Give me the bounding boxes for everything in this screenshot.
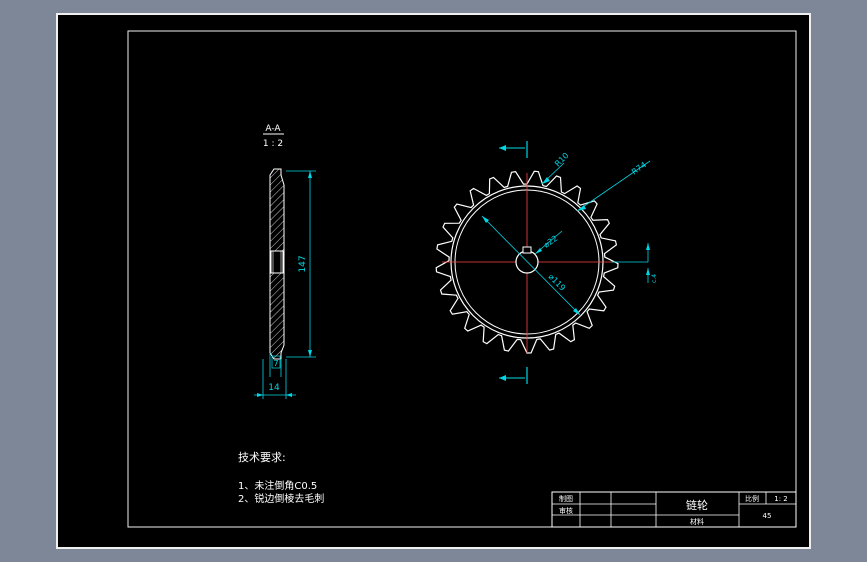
tb-scale-value: 1: 2 (774, 495, 788, 503)
tb-part-name: 链轮 (686, 498, 708, 512)
cad-viewport[interactable]: A-A 1 : 2 147 7 14 R10 R74 ⌀119 ⌀22 c.4 … (0, 0, 867, 562)
tb-scale-label: 比例 (745, 494, 759, 503)
dim-14: 14 (268, 383, 280, 393)
technical-notes: 技术要求: 1、未注倒角C0.5 2、锐边倒棱去毛刺 (238, 451, 324, 505)
tb-checked-label: 审核 (559, 506, 573, 515)
tb-material-label: 材料 (690, 517, 704, 526)
dim-d119: ⌀119 (547, 272, 568, 293)
title-block: 制图 审核 链轮 材料 比例 1: 2 45 (551, 491, 797, 528)
section-view: A-A 1 : 2 147 7 14 (254, 124, 316, 399)
keyway (522, 246, 532, 254)
tb-material-value: 45 (763, 512, 772, 520)
dim-keyway: c.4 (651, 274, 658, 283)
dim-d22: ⌀22 (542, 234, 559, 250)
section-label: A-A (265, 124, 281, 134)
notes-title: 技术要求: (238, 451, 286, 464)
inner-frame (127, 30, 797, 528)
dim-r10: R10 (553, 151, 571, 169)
section-scale: 1 : 2 (263, 139, 283, 149)
drawing-sheet: A-A 1 : 2 147 7 14 R10 R74 ⌀119 ⌀22 c.4 … (56, 13, 811, 549)
dim-r74: R74 (630, 160, 648, 176)
note-item-2: 2、锐边倒棱去毛刺 (238, 492, 324, 505)
sprocket-drawing: A-A 1 : 2 147 7 14 R10 R74 ⌀119 ⌀22 c.4 … (127, 30, 797, 528)
note-item-1: 1、未注倒角C0.5 (238, 479, 317, 492)
dim-7: 7 (273, 359, 278, 368)
tb-drawn-label: 制图 (559, 494, 573, 503)
dim-147: 147 (298, 255, 308, 272)
front-view: R10 R74 ⌀119 ⌀22 c.4 (435, 141, 658, 384)
